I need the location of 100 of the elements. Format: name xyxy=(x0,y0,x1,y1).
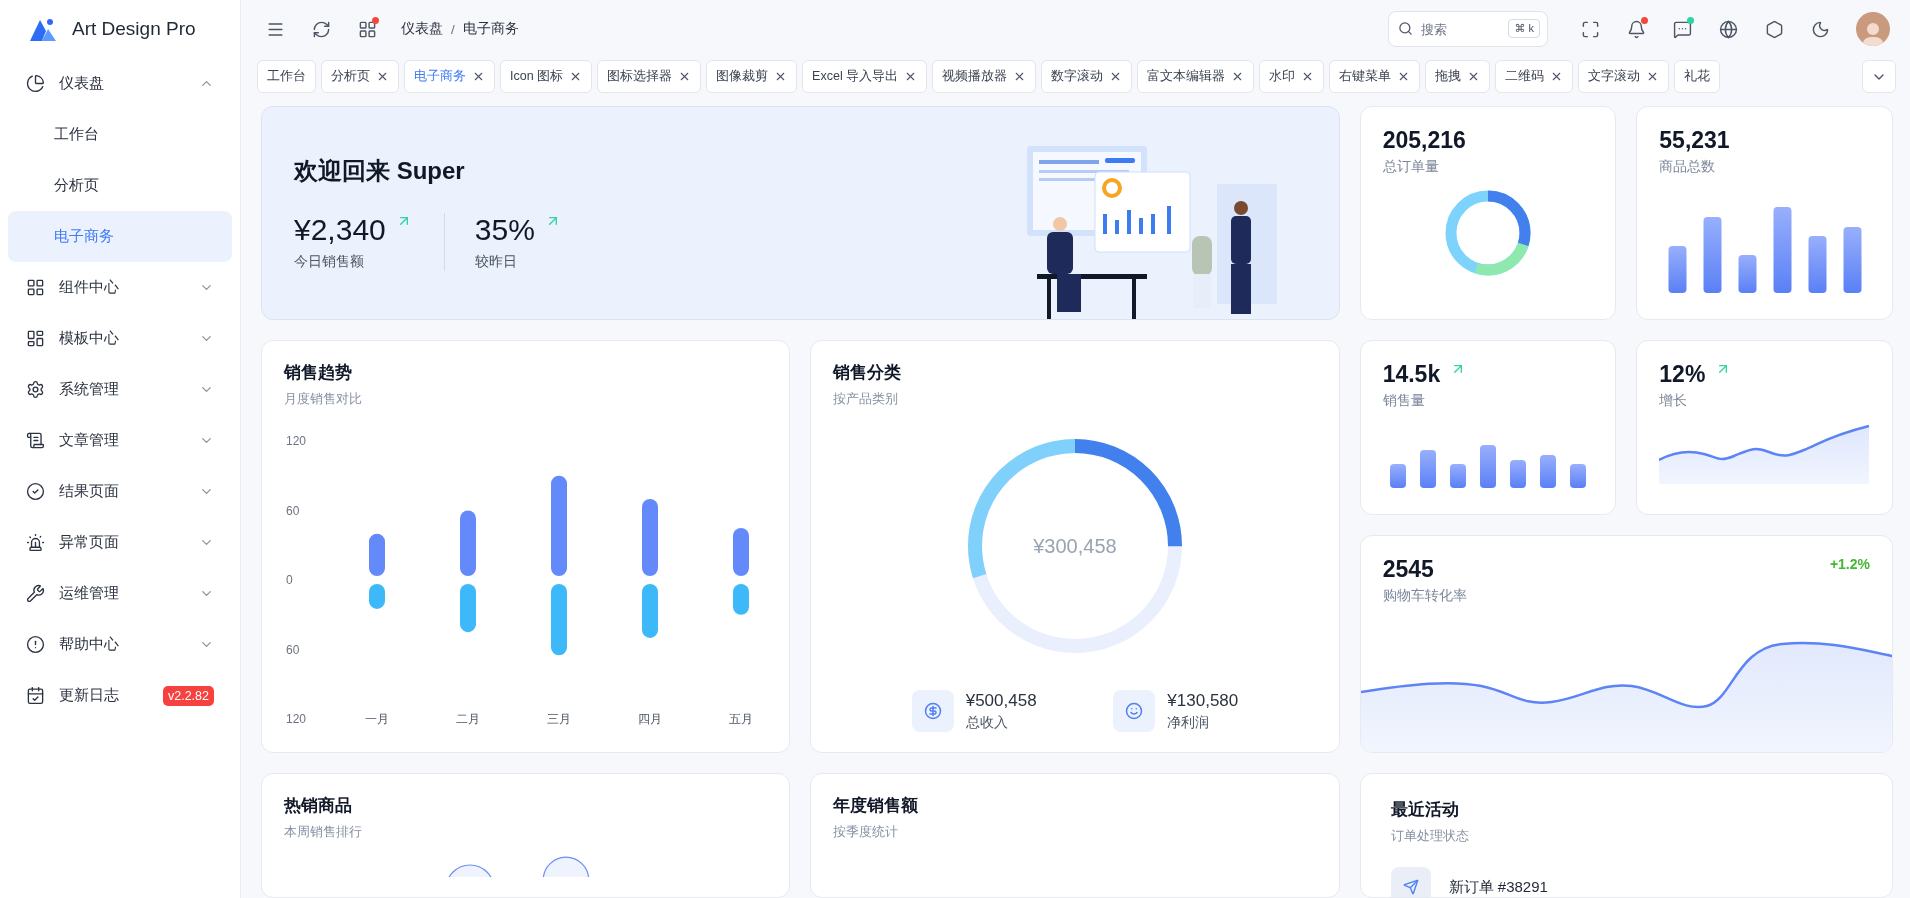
tab[interactable]: Excel 导入导出 xyxy=(802,60,928,93)
sidebar-item[interactable]: 帮助中心 xyxy=(8,619,232,670)
welcome-title: 欢迎回来 Super xyxy=(294,156,466,186)
sparkline-bar xyxy=(1539,455,1556,488)
donut-center-value: ¥300,458 xyxy=(1033,534,1117,558)
bell-icon xyxy=(1626,19,1646,39)
close-icon[interactable] xyxy=(472,70,485,83)
card-title: 销售分类 xyxy=(833,362,903,384)
axis-label: 三月 xyxy=(547,712,571,726)
tab[interactable]: 电子商务 xyxy=(404,60,495,93)
sidebar-item[interactable]: 运维管理 xyxy=(8,568,232,619)
stat-label: 今日销售额 xyxy=(294,253,365,271)
sidebar-item[interactable]: 模板中心 xyxy=(8,313,232,364)
sidebar-item[interactable]: 组件中心 xyxy=(8,262,232,313)
fullscreen-icon xyxy=(1580,19,1600,39)
card-title: 最近活动 xyxy=(1390,799,1460,821)
moon-icon xyxy=(1810,19,1830,39)
stat-label: 商品总数 xyxy=(1659,158,1717,176)
sidebar-subitem[interactable]: 工作台 xyxy=(8,109,232,160)
search-icon xyxy=(1398,21,1413,36)
activity-title: 新订单 #38291 xyxy=(1448,877,1548,897)
tab[interactable]: 分析页 xyxy=(321,60,399,93)
version-badge: v2.2.82 xyxy=(163,685,214,706)
sidebar-item[interactable]: 系统管理 xyxy=(8,364,232,415)
stat-label: 销售量 xyxy=(1382,392,1426,410)
sparkline-bar xyxy=(1419,450,1436,488)
tab[interactable]: Icon 图标 xyxy=(500,60,593,93)
gear-icon xyxy=(26,380,45,399)
app-name: Art Design Pro xyxy=(72,18,196,40)
axis-label: 0 xyxy=(286,573,293,587)
metric-value: ¥500,458 xyxy=(965,690,1037,711)
alert-circle-icon xyxy=(26,635,45,654)
sparkline-bar xyxy=(1569,464,1586,488)
breadcrumb-separator: / xyxy=(451,21,455,37)
sparkline-bar xyxy=(1509,460,1526,488)
metric-label: 净利润 xyxy=(1167,713,1211,732)
axis-label: 一月 xyxy=(365,712,389,726)
card-title: 热销商品 xyxy=(284,795,353,817)
card-subtitle: 本周销售排行 xyxy=(284,823,363,841)
stat-label: 较昨日 xyxy=(474,253,518,271)
metric-label: 总收入 xyxy=(965,713,1009,732)
shortcut-key: ⌘ k xyxy=(1508,19,1540,38)
check-circle-icon xyxy=(26,482,45,501)
tab[interactable]: 数字滚动 xyxy=(1041,60,1133,93)
chart-bar xyxy=(733,584,749,615)
tab[interactable]: 右键菜单 xyxy=(1329,60,1421,93)
sidebar-item[interactable]: 仪表盘 xyxy=(8,58,232,109)
grid-icon xyxy=(26,278,45,297)
chart-bar xyxy=(642,584,658,638)
sidebar-item[interactable]: 异常页面 xyxy=(8,517,232,568)
stat-value: 14.5k xyxy=(1382,361,1441,388)
breadcrumb-link[interactable]: 仪表盘 xyxy=(401,20,443,38)
scroll-icon xyxy=(26,431,45,450)
tab[interactable]: 水印 xyxy=(1259,60,1325,93)
tab[interactable]: 工作台 xyxy=(257,60,316,93)
stat-value: 55,231 xyxy=(1659,127,1730,154)
tab[interactable]: 视频播放器 xyxy=(932,60,1037,93)
sparkline-bar xyxy=(1738,255,1757,293)
breadcrumb-link[interactable]: 电子商务 xyxy=(462,20,519,38)
tab[interactable]: 礼花 xyxy=(1674,60,1721,93)
card-subtitle: 按季度统计 xyxy=(833,823,900,841)
axis-label: 60 xyxy=(286,642,300,657)
sidebar-subitem[interactable]: 分析页 xyxy=(8,160,232,211)
change-value: +1.2% xyxy=(1829,556,1870,572)
stat-value: ¥2,340 xyxy=(294,213,386,247)
dashboard-icon xyxy=(26,329,45,348)
wrench-icon xyxy=(26,584,45,603)
chart-bar xyxy=(551,584,567,656)
globe-icon xyxy=(1718,19,1738,39)
stat-label: 购物车转化率 xyxy=(1382,587,1467,605)
sidebar-item[interactable]: 更新日志 v2.2.82 xyxy=(8,670,232,721)
sidebar-item[interactable]: 文章管理 xyxy=(8,415,232,466)
close-icon[interactable] xyxy=(376,70,389,83)
axis-label: 四月 xyxy=(638,712,662,726)
pie-chart-icon xyxy=(26,74,45,93)
sparkline-bar xyxy=(1479,445,1496,488)
tab[interactable]: 二维码 xyxy=(1495,60,1574,93)
tab[interactable]: 图像裁剪 xyxy=(706,60,798,93)
apps-icon xyxy=(357,19,377,39)
tab[interactable]: 图标选择器 xyxy=(597,60,702,93)
axis-label: 120 xyxy=(286,434,307,448)
sparkline-bar xyxy=(1808,236,1827,293)
stat-label: 总订单量 xyxy=(1382,158,1440,176)
sparkline-bar xyxy=(1449,464,1466,488)
tab[interactable]: 拖拽 xyxy=(1425,60,1491,93)
sparkline-bar xyxy=(1843,227,1862,293)
chart-bar xyxy=(460,510,476,576)
chart-bar xyxy=(369,584,385,609)
card-subtitle: 订单处理状态 xyxy=(1390,827,1470,845)
tab[interactable]: 文字滚动 xyxy=(1578,60,1670,93)
sidebar-item[interactable]: 结果页面 xyxy=(8,466,232,517)
sparkline-bar xyxy=(1389,464,1406,488)
metric-value: ¥130,580 xyxy=(1167,690,1239,711)
refresh-icon xyxy=(311,19,331,39)
logo-icon xyxy=(28,17,58,41)
sidebar-subitem[interactable]: 电子商务 xyxy=(8,211,232,262)
chart-bar xyxy=(369,533,385,576)
smile-icon xyxy=(1125,702,1144,720)
card-subtitle: 按产品类别 xyxy=(833,390,900,408)
tab[interactable]: 富文本编辑器 xyxy=(1137,60,1255,93)
